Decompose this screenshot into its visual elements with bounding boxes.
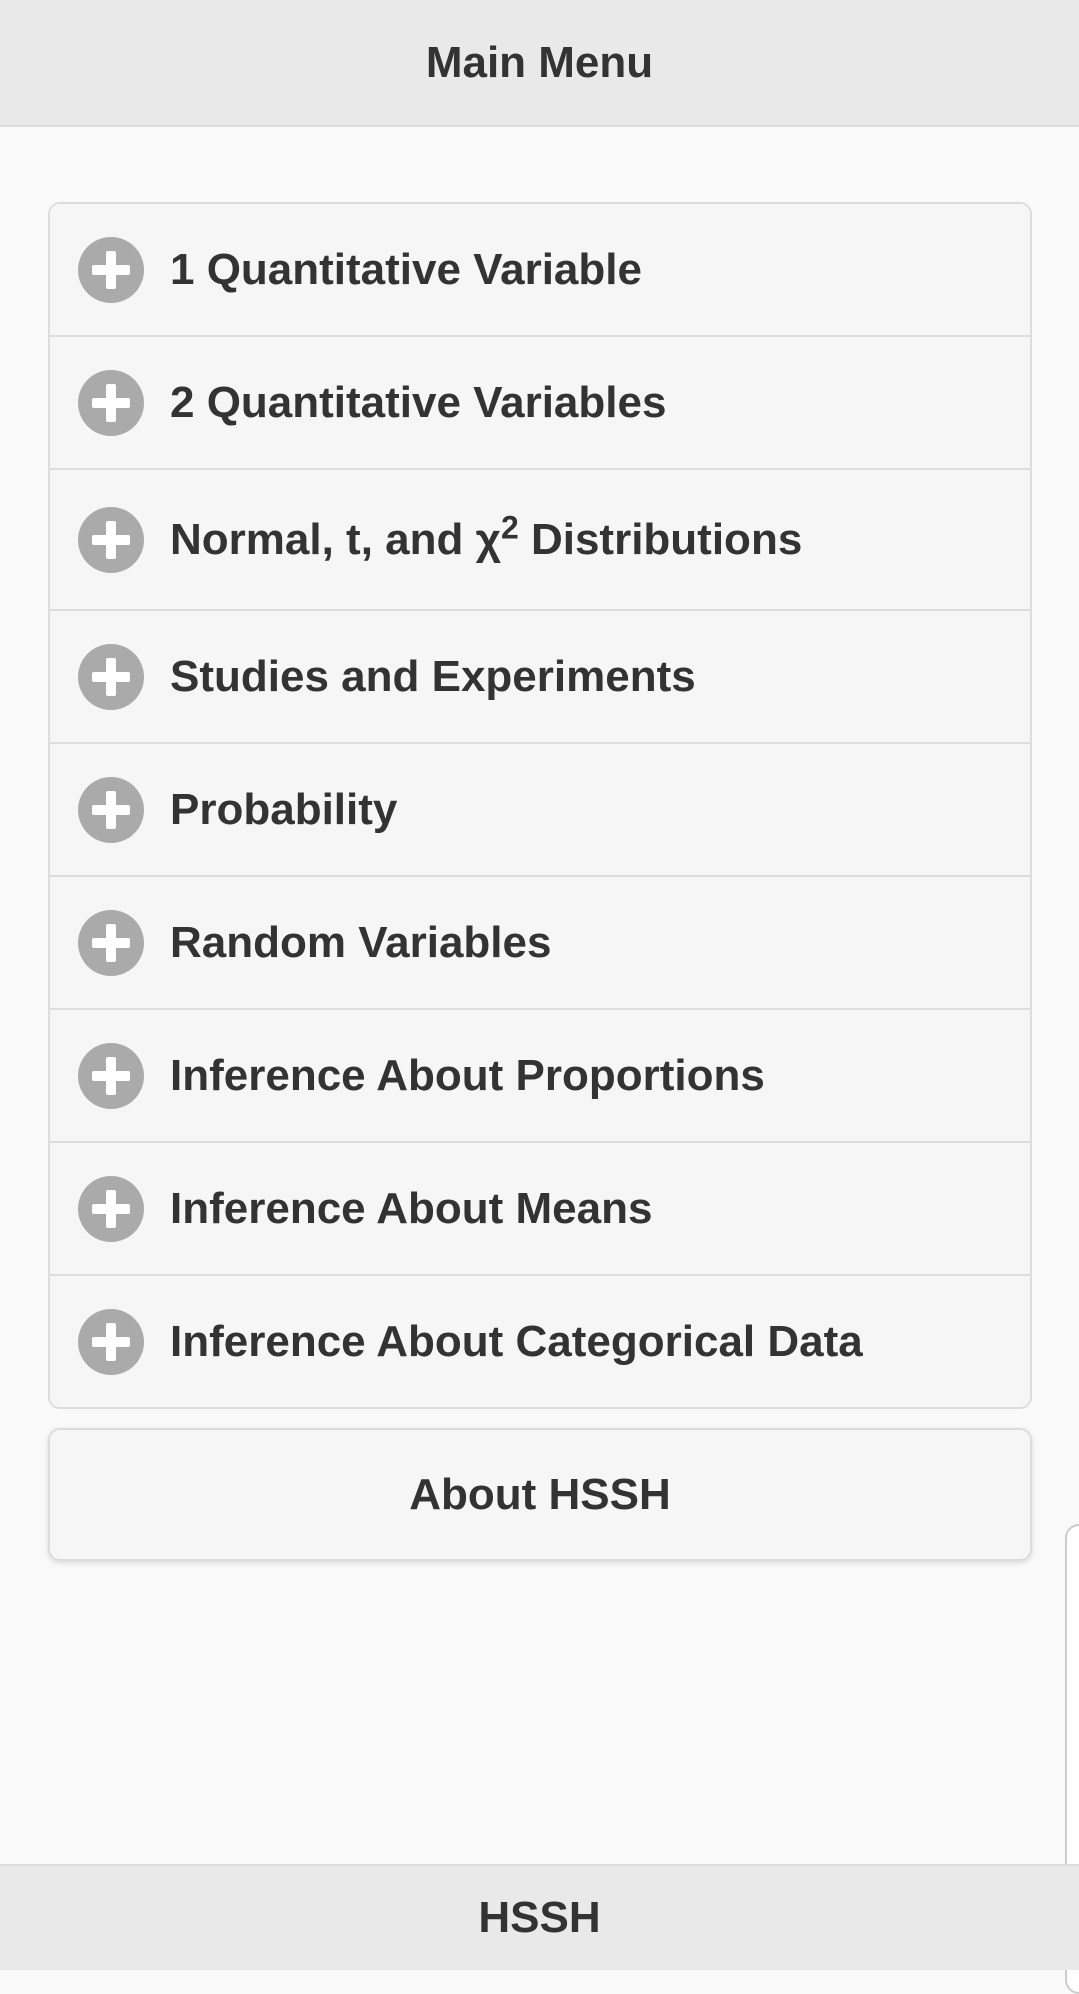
main-menu-accordion: 1 Quantitative Variable 2 Quantitative V… — [48, 202, 1032, 1409]
plus-circle-icon — [78, 506, 144, 573]
footer-title: HSSH — [478, 1893, 601, 1942]
menu-item-inference-about-proportions[interactable]: Inference About Proportions — [50, 1010, 1030, 1143]
menu-item-label: Inference About Categorical Data — [170, 1316, 863, 1366]
label-prefix: Normal, t, and χ — [170, 514, 501, 564]
menu-item-label: 1 Quantitative Variable — [170, 244, 642, 294]
menu-item-inference-about-categorical-data[interactable]: Inference About Categorical Data — [50, 1276, 1030, 1407]
footer-bar: HSSH — [0, 1864, 1079, 1970]
menu-item-label: Random Variables — [170, 917, 552, 967]
plus-circle-icon — [78, 369, 144, 436]
plus-circle-icon — [78, 1042, 144, 1109]
plus-circle-icon — [78, 236, 144, 303]
menu-item-2-quantitative-variables[interactable]: 2 Quantitative Variables — [50, 337, 1030, 470]
plus-circle-icon — [78, 1308, 144, 1375]
menu-item-random-variables[interactable]: Random Variables — [50, 877, 1030, 1010]
menu-item-probability[interactable]: Probability — [50, 744, 1030, 877]
header-bar: Main Menu — [0, 0, 1079, 127]
menu-item-label: Probability — [170, 784, 398, 834]
plus-circle-icon — [78, 776, 144, 843]
menu-item-1-quantitative-variable[interactable]: 1 Quantitative Variable — [50, 204, 1030, 337]
menu-item-label: Studies and Experiments — [170, 651, 696, 701]
menu-item-studies-and-experiments[interactable]: Studies and Experiments — [50, 611, 1030, 744]
menu-item-label: 2 Quantitative Variables — [170, 377, 667, 427]
about-hssh-button[interactable]: About HSSH — [48, 1428, 1032, 1561]
label-suffix: Distributions — [518, 514, 803, 564]
plus-circle-icon — [78, 643, 144, 710]
page-title: Main Menu — [425, 37, 654, 87]
plus-circle-icon — [78, 909, 144, 976]
menu-item-label: Normal, t, and χ2 Distributions — [170, 511, 803, 565]
menu-item-label: Inference About Means — [170, 1183, 653, 1233]
label-superscript: 2 — [500, 508, 519, 545]
menu-item-inference-about-means[interactable]: Inference About Means — [50, 1143, 1030, 1276]
menu-item-label: Inference About Proportions — [170, 1050, 765, 1100]
about-button-label: About HSSH — [409, 1469, 671, 1519]
plus-circle-icon — [78, 1175, 144, 1242]
menu-item-distributions[interactable]: Normal, t, and χ2 Distributions — [50, 470, 1030, 611]
